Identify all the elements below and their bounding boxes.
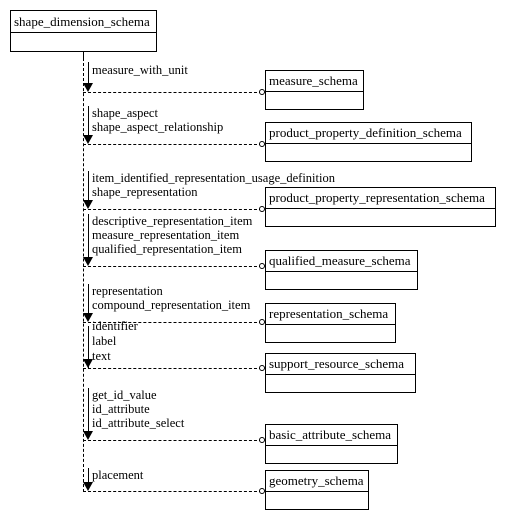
branch-stub-1 (88, 62, 89, 83)
schema-name-representation-schema: representation_schema (266, 304, 395, 325)
schema-box-geometry-schema[interactable]: geometry_schema (265, 470, 369, 510)
root-schema-body (11, 33, 156, 51)
schema-name-support-resource-schema: support_resource_schema (266, 354, 415, 375)
branch-stub-4 (88, 214, 89, 257)
branch-arrowhead-2 (83, 135, 93, 144)
schema-name-measure-schema: measure_schema (266, 71, 363, 92)
schema-body-product-property-definition-schema (266, 144, 471, 161)
schema-box-support-resource-schema[interactable]: support_resource_schema (265, 353, 416, 393)
branch-stub-3 (88, 171, 89, 200)
ref-label-7-0: get_id_value (92, 388, 157, 402)
root-schema-name: shape_dimension_schema (11, 11, 156, 33)
trunk-dashed-line (83, 58, 84, 492)
ref-label-1-0: measure_with_unit (92, 63, 188, 77)
schema-body-qualified-measure-schema (266, 272, 417, 289)
ref-label-5-0: representation (92, 284, 163, 298)
schema-name-basic-attribute-schema: basic_attribute_schema (266, 425, 397, 446)
branch-arrowhead-1 (83, 83, 93, 92)
schema-body-basic-attribute-schema (266, 446, 397, 463)
ref-label-4-1: measure_representation_item (92, 228, 240, 242)
ref-label-4-0: descriptive_representation_item (92, 214, 253, 228)
branch-arrowhead-3 (83, 200, 93, 209)
trunk-solid-segment (83, 51, 84, 58)
schema-body-representation-schema (266, 325, 395, 342)
schema-box-product-property-representation-schema[interactable]: product_property_representation_schema (265, 187, 496, 227)
ref-label-6-0: identifier (92, 319, 138, 333)
schema-box-measure-schema[interactable]: measure_schema (265, 70, 364, 110)
ref-label-7-2: id_attribute_select (92, 416, 185, 430)
branch-line-3 (83, 209, 262, 210)
schema-body-measure-schema (266, 92, 363, 109)
branch-line-7 (83, 440, 262, 441)
ref-label-3-0: item_identified_representation_usage_def… (92, 171, 335, 185)
schema-box-product-property-definition-schema[interactable]: product_property_definition_schema (265, 122, 472, 162)
ref-label-2-0: shape_aspect (92, 106, 158, 120)
schema-box-basic-attribute-schema[interactable]: basic_attribute_schema (265, 424, 398, 464)
branch-stub-5 (88, 284, 89, 313)
branch-line-6 (83, 368, 262, 369)
branch-arrowhead-7 (83, 431, 93, 440)
ref-label-7-1: id_attribute (92, 402, 150, 416)
branch-arrowhead-4 (83, 257, 93, 266)
schema-name-product-property-representation-schema: product_property_representation_schema (266, 188, 495, 209)
schema-name-geometry-schema: geometry_schema (266, 471, 368, 492)
schema-body-support-resource-schema (266, 375, 415, 392)
branch-stub-2 (88, 106, 89, 135)
branch-stub-8 (88, 468, 89, 483)
branch-line-1 (83, 92, 262, 93)
ref-label-2-1: shape_aspect_relationship (92, 120, 224, 134)
root-schema-box[interactable]: shape_dimension_schema (10, 10, 157, 52)
schema-name-product-property-definition-schema: product_property_definition_schema (266, 123, 471, 144)
branch-line-2 (83, 144, 262, 145)
ref-label-3-1: shape_representation (92, 185, 198, 199)
ref-label-4-2: qualified_representation_item (92, 242, 242, 256)
ref-label-8-0: placement (92, 468, 144, 482)
ref-label-6-1: label (92, 334, 117, 348)
schema-box-representation-schema[interactable]: representation_schema (265, 303, 396, 343)
schema-body-product-property-representation-schema (266, 209, 495, 226)
schema-name-qualified-measure-schema: qualified_measure_schema (266, 251, 417, 272)
schema-body-geometry-schema (266, 492, 368, 509)
branch-stub-7 (88, 388, 89, 431)
schema-box-qualified-measure-schema[interactable]: qualified_measure_schema (265, 250, 418, 290)
express-g-diagram-canvas: shape_dimension_schema measure_with_unit… (0, 0, 507, 522)
branch-line-8 (83, 491, 262, 492)
ref-label-5-1: compound_representation_item (92, 298, 251, 312)
branch-arrowhead-8 (83, 482, 93, 491)
branch-line-4 (83, 266, 262, 267)
ref-label-6-2: text (92, 349, 111, 363)
